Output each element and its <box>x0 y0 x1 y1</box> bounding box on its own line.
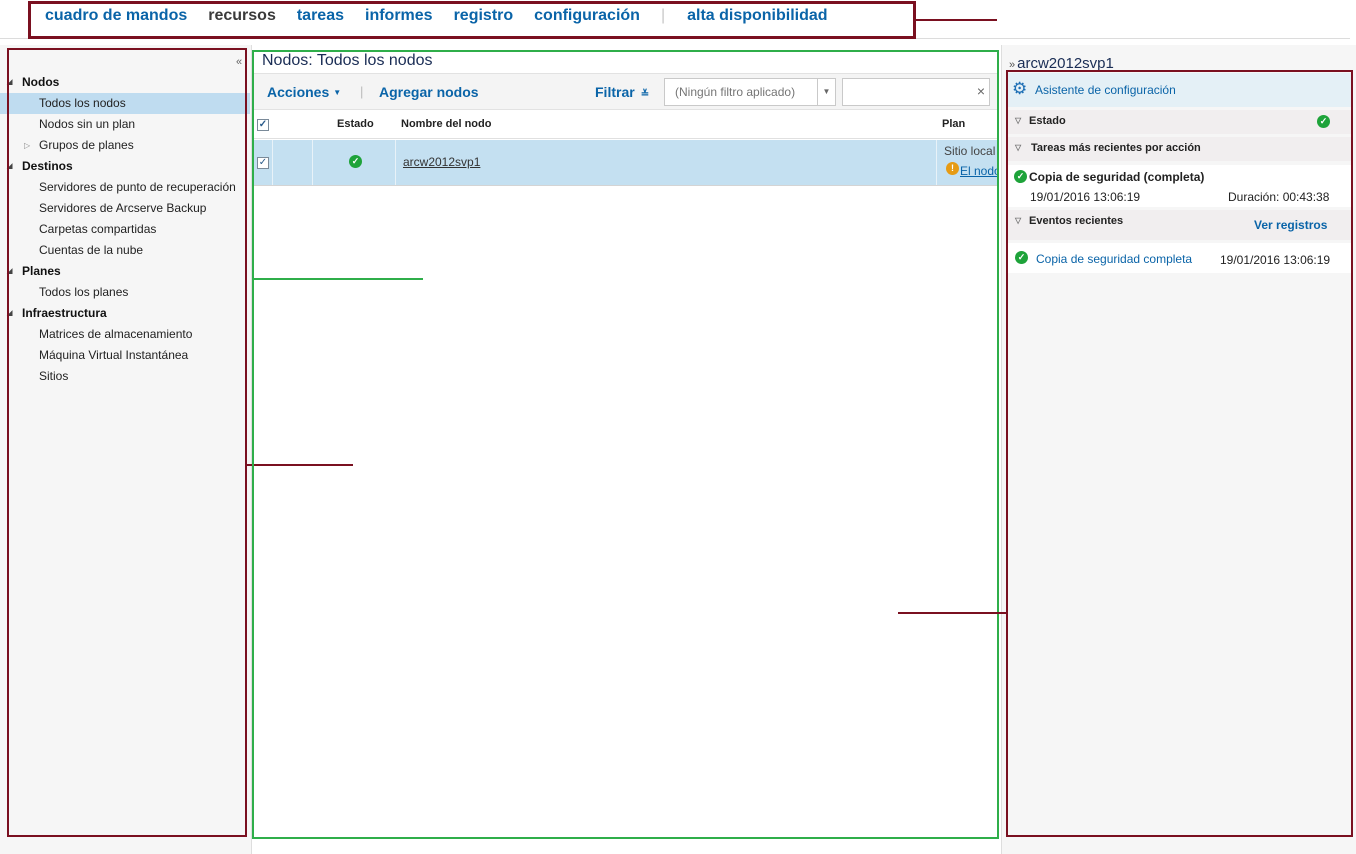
nav-resources[interactable]: recursos <box>208 7 276 25</box>
callout-line-right <box>898 612 1006 614</box>
nav-separator: | <box>660 7 666 24</box>
callout-line-nav <box>916 19 997 21</box>
annotation-frame-center <box>252 50 999 839</box>
callout-line-center <box>254 278 423 280</box>
nav-jobs[interactable]: tareas <box>297 7 344 25</box>
nav-dashboard[interactable]: cuadro de mandos <box>45 7 187 25</box>
nav-high-availability[interactable]: alta disponibilidad <box>687 7 827 25</box>
top-navigation: cuadro de mandos recursos tareas informe… <box>28 1 916 39</box>
annotation-frame-left <box>7 48 247 837</box>
nav-settings[interactable]: configuración <box>534 7 640 25</box>
nav-log[interactable]: registro <box>454 7 514 25</box>
nav-reports[interactable]: informes <box>365 7 433 25</box>
annotation-frame-right <box>1006 70 1353 837</box>
